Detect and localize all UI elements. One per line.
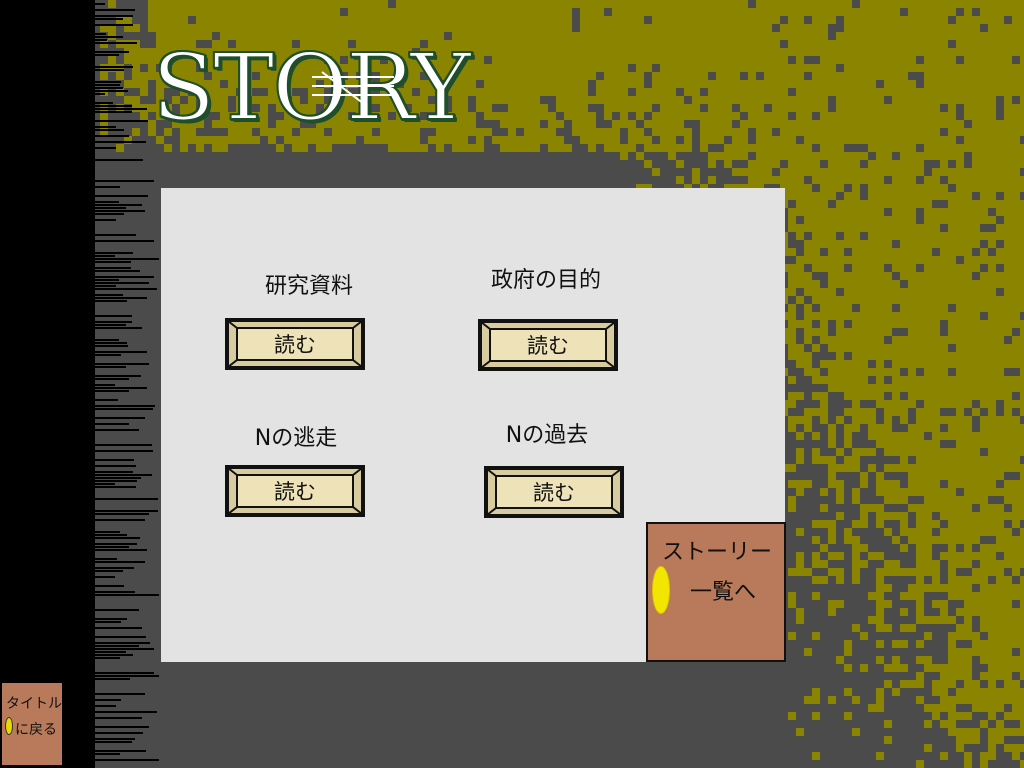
read-button-label: 読む <box>533 481 575 505</box>
story-label: Nの逃走 <box>254 426 338 451</box>
read-button[interactable]: 読む <box>225 318 365 370</box>
story-item-escape: Nの逃走 読む <box>221 420 381 540</box>
story-item-government: 政府の目的 読む <box>471 262 631 382</box>
story-item-past: Nの過去 読む <box>472 417 632 537</box>
read-button[interactable]: 読む <box>225 465 365 517</box>
story-label: 政府の目的 <box>490 268 601 293</box>
read-button-label: 読む <box>527 334 569 358</box>
title-slash-decoration <box>312 71 394 105</box>
door-knob-icon <box>5 717 13 735</box>
door-label-line1: タイトル <box>6 696 62 712</box>
read-button[interactable]: 読む <box>478 319 618 371</box>
read-button-label: 読む <box>274 480 316 504</box>
read-button-label: 読む <box>274 333 316 357</box>
door-label-line2: に戻る <box>15 722 57 738</box>
story-label: Nの過去 <box>505 423 589 448</box>
story-list-door[interactable]: ストーリー 一覧へ <box>646 522 786 662</box>
story-item-research: 研究資料 読む <box>225 268 394 388</box>
read-button[interactable]: 読む <box>484 466 624 518</box>
door-label-line2: 一覧へ <box>690 580 757 605</box>
back-to-title-door[interactable]: タイトル に戻る <box>2 683 62 765</box>
door-label-line1: ストーリー <box>662 540 773 565</box>
story-label: 研究資料 <box>264 274 353 299</box>
door-knob-icon <box>652 566 670 614</box>
